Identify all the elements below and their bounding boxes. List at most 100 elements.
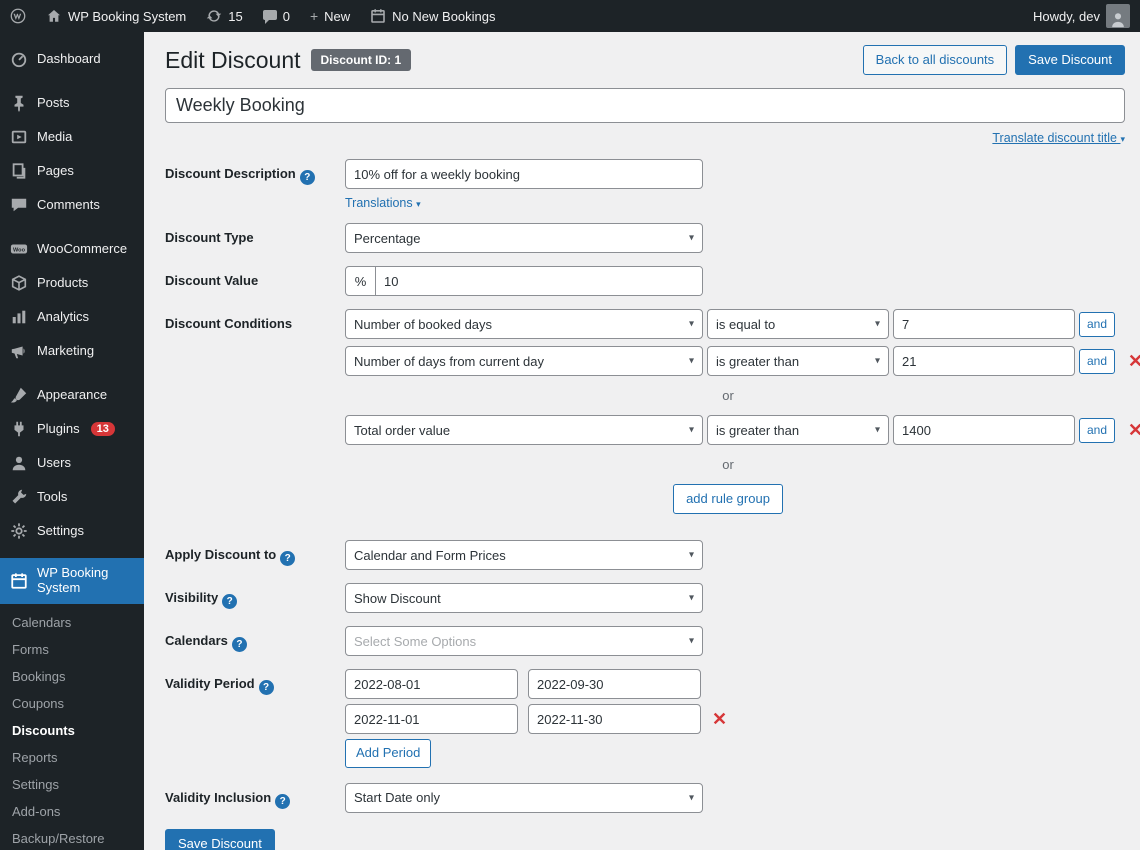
condition-value-input[interactable] — [893, 346, 1075, 377]
sidebar-item-pages[interactable]: Pages — [0, 154, 144, 188]
sidebar-item-media[interactable]: Media — [0, 120, 144, 154]
validity-inclusion-select[interactable]: Start Date only — [345, 782, 703, 813]
calendar-icon — [371, 9, 385, 23]
discount-title-input[interactable] — [165, 88, 1125, 124]
translate-title-row: Translate discount title ▾ — [165, 130, 1125, 145]
condition-operator-select[interactable]: is greater than — [707, 346, 889, 377]
condition-rule-row: Number of booked days ▾ is equal to ▾ an… — [345, 309, 1140, 340]
submenu-item-settings[interactable]: Settings — [0, 771, 144, 798]
discount-value-label: Discount Value — [165, 273, 259, 289]
discount-type-label: Discount Type — [165, 230, 254, 246]
updates-icon — [207, 10, 222, 22]
period-start-input[interactable] — [345, 704, 518, 735]
save-row: Save Discount — [165, 828, 1125, 850]
help-icon[interactable]: ? — [231, 637, 247, 653]
sidebar-item-wp-booking-system[interactable]: WP Booking System — [0, 558, 144, 604]
submenu-item-reports[interactable]: Reports — [0, 744, 144, 771]
home-icon — [48, 10, 60, 22]
translations-link[interactable]: Translations ▾ — [345, 196, 421, 210]
remove-period-icon[interactable]: ✕ — [712, 710, 727, 728]
caret-down-icon: ▾ — [416, 199, 421, 210]
row-discount-value: Discount Value % — [165, 266, 1125, 297]
percent-prefix: % — [346, 267, 376, 296]
period-start-input[interactable] — [345, 669, 518, 700]
sidebar-item-analytics[interactable]: Analytics — [0, 300, 144, 334]
page-title: Edit Discount — [165, 46, 301, 73]
caret-down-icon: ▾ — [1120, 134, 1125, 145]
or-separator: or — [722, 457, 734, 473]
comments-indicator[interactable]: 0 — [253, 0, 300, 32]
submenu-item-backup-restore[interactable]: Backup/Restore — [0, 825, 144, 850]
discount-type-select[interactable]: Percentage — [345, 223, 703, 254]
row-discount-conditions: Discount Conditions Number of booked day… — [165, 309, 1140, 515]
sidebar-item-woocommerce[interactable]: Woo WooCommerce — [0, 232, 144, 266]
avatar — [1106, 4, 1130, 28]
help-icon[interactable]: ? — [299, 170, 315, 186]
help-icon[interactable]: ? — [222, 594, 238, 610]
condition-value-input[interactable] — [893, 415, 1075, 446]
new-content-menu[interactable]: + New — [300, 0, 360, 32]
add-and-rule-button[interactable]: and — [1079, 417, 1116, 443]
submenu-item-forms[interactable]: Forms — [0, 636, 144, 663]
admin-bar-left: WP Booking System 15 0 + New No New Book… — [0, 0, 506, 32]
discount-description-field: Translations ▾ — [345, 159, 703, 210]
remove-rule-icon[interactable]: ✕ — [1128, 352, 1140, 370]
add-period-button[interactable]: Add Period — [345, 739, 432, 768]
condition-operator-select[interactable]: is equal to — [707, 309, 889, 340]
back-to-discounts-button[interactable]: Back to all discounts — [862, 45, 1008, 76]
site-name-menu[interactable]: WP Booking System — [36, 0, 196, 32]
submenu-item-discounts[interactable]: Discounts — [0, 717, 144, 744]
wordpress-logo-icon[interactable] — [0, 0, 36, 32]
sidebar-item-appearance[interactable]: Appearance — [0, 378, 144, 412]
user-icon — [12, 456, 26, 471]
add-and-rule-button[interactable]: and — [1079, 311, 1116, 337]
calendar-icon — [11, 573, 27, 589]
remove-rule-icon[interactable]: ✕ — [1128, 421, 1140, 439]
save-discount-button-top[interactable]: Save Discount — [1015, 45, 1125, 76]
megaphone-icon — [11, 346, 25, 359]
discount-value-input[interactable] — [376, 267, 702, 296]
calendars-select[interactable]: Select Some Options — [345, 626, 703, 657]
save-discount-button-bottom[interactable]: Save Discount — [165, 828, 275, 850]
submenu-item-addons[interactable]: Add-ons — [0, 798, 144, 825]
sidebar-item-plugins[interactable]: Plugins 13 — [0, 412, 144, 446]
sidebar-item-marketing[interactable]: Marketing — [0, 334, 144, 368]
condition-field-select[interactable]: Number of booked days — [345, 309, 703, 340]
sidebar-item-comments[interactable]: Comments — [0, 188, 144, 222]
submenu-item-coupons[interactable]: Coupons — [0, 690, 144, 717]
condition-operator-select[interactable]: is greater than — [707, 415, 889, 446]
sidebar-item-dashboard[interactable]: Dashboard — [0, 42, 144, 76]
submenu-item-bookings[interactable]: Bookings — [0, 663, 144, 690]
sidebar-item-products[interactable]: Products — [0, 266, 144, 300]
condition-field-select[interactable]: Number of days from current day — [345, 346, 703, 377]
admin-bar-right: Howdy, dev — [1023, 0, 1140, 32]
discount-description-label: Discount Description? — [165, 159, 345, 210]
pushpin-icon — [14, 95, 24, 112]
updates-indicator[interactable]: 15 — [196, 0, 252, 32]
apply-discount-to-select[interactable]: Calendar and Form Prices — [345, 540, 703, 571]
add-rule-group-button[interactable]: add rule group — [673, 484, 783, 515]
sidebar-item-posts[interactable]: Posts — [0, 86, 144, 120]
sidebar-item-settings[interactable]: Settings — [0, 514, 144, 548]
period-end-input[interactable] — [528, 704, 701, 735]
discount-description-input[interactable] — [345, 159, 703, 190]
account-menu[interactable]: Howdy, dev — [1023, 0, 1140, 32]
visibility-select[interactable]: Show Discount — [345, 583, 703, 614]
period-end-input[interactable] — [528, 669, 701, 700]
condition-field-select[interactable]: Total order value — [345, 415, 703, 446]
condition-value-input[interactable] — [893, 309, 1075, 340]
help-icon[interactable]: ? — [258, 680, 274, 696]
sidebar-item-tools[interactable]: Tools — [0, 480, 144, 514]
add-and-rule-button[interactable]: and — [1079, 348, 1116, 374]
row-validity-period: Validity Period? ✕ Add Period — [165, 669, 1125, 768]
edit-discount-page: Edit Discount Discount ID: 1 Back to all… — [144, 32, 1140, 850]
help-icon[interactable]: ? — [275, 793, 291, 809]
submenu-item-calendars[interactable]: Calendars — [0, 609, 144, 636]
validity-period-field: ✕ Add Period — [345, 669, 727, 768]
woocommerce-icon: Woo — [10, 244, 28, 254]
help-icon[interactable]: ? — [280, 551, 296, 567]
period-row: ✕ — [345, 704, 727, 735]
sidebar-item-users[interactable]: Users — [0, 446, 144, 480]
bookings-status-menu[interactable]: No New Bookings — [360, 0, 505, 32]
translate-title-link[interactable]: Translate discount title ▾ — [992, 131, 1125, 145]
